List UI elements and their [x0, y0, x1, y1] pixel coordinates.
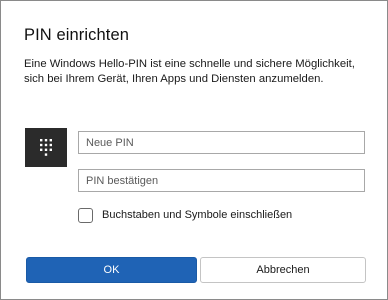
letters-symbols-label[interactable]: Buchstaben und Symbole einschließen	[102, 209, 292, 221]
keypad-icon	[25, 128, 67, 167]
ok-button[interactable]: OK	[26, 257, 197, 283]
keypad-icon-graphic	[40, 139, 52, 156]
letters-symbols-checkbox[interactable]	[78, 207, 93, 223]
cancel-button[interactable]: Abbrechen	[200, 257, 366, 283]
new-pin-input[interactable]	[78, 131, 365, 154]
dialog-title: PIN einrichten	[24, 26, 130, 44]
dialog-description: Eine Windows Hello-PIN ist eine schnelle…	[24, 58, 355, 85]
pin-setup-dialog: PIN einrichten Eine Windows Hello-PIN is…	[0, 0, 388, 300]
confirm-pin-input[interactable]	[78, 169, 365, 192]
letters-symbols-option[interactable]: Buchstaben und Symbole einschließen	[78, 206, 292, 224]
